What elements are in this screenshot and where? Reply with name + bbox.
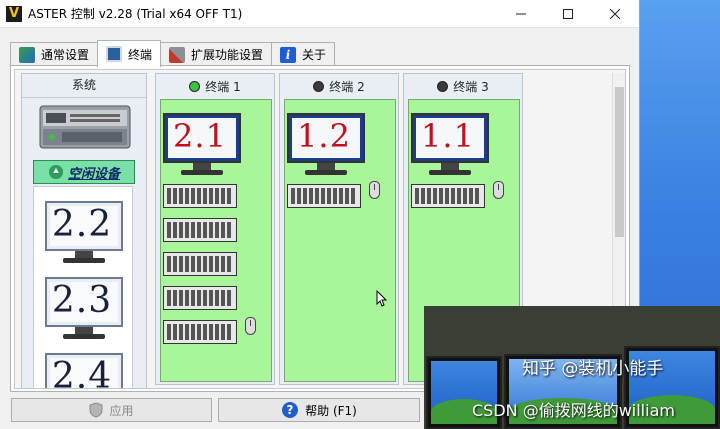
terminal-device-area[interactable]: 1.2 <box>284 99 396 382</box>
server-icon[interactable] <box>38 104 132 150</box>
tab-label: 关于 <box>302 48 327 62</box>
mouse-cursor-icon <box>376 290 388 307</box>
window-title: ASTER 控制 v2.28 (Trial x64 OFF T1) <box>28 7 243 21</box>
screen: V ASTER 控制 v2.28 (Trial x64 OFF T1) 通常设置… <box>0 0 720 429</box>
mouse-icon[interactable] <box>369 181 380 199</box>
monitor-icon[interactable]: 1.1 <box>411 113 489 177</box>
keyboard-icon[interactable] <box>163 218 237 242</box>
keyboard-icon[interactable] <box>163 252 237 276</box>
monitor-icon[interactable]: 2.2 <box>45 201 123 265</box>
monitor-label: 2.4 <box>51 355 113 389</box>
keyboard-icon[interactable] <box>287 184 361 208</box>
status-indicator <box>313 80 325 92</box>
tab-label: 扩展功能设置 <box>191 48 264 62</box>
system-column: 系统 空闲设备 2.2 2.3 2.4 <box>21 73 147 389</box>
terminal-name: 终端 1 <box>205 79 241 94</box>
terminal-header: 终端 2 <box>280 74 398 98</box>
monitor-label: 2.2 <box>51 203 113 245</box>
monitor-base <box>63 334 105 339</box>
help-button[interactable]: ? 帮助 (F1) <box>218 398 420 422</box>
svg-text:?: ? <box>287 403 294 417</box>
status-indicator <box>437 80 449 92</box>
close-button[interactable] <box>592 0 638 28</box>
apply-button[interactable]: 应用 <box>11 398 212 422</box>
tab-terminal[interactable]: 终端 <box>97 40 162 67</box>
recycle-icon <box>48 165 63 179</box>
terminal-name: 终端 3 <box>453 79 489 94</box>
monitor-base <box>63 258 105 263</box>
maximize-button[interactable] <box>545 0 591 28</box>
monitor-icon[interactable]: 2.4 <box>45 353 123 389</box>
video-overlay: 知乎 @装机小能手 CSDN @偷拨网线的william <box>424 306 720 429</box>
info-icon: i <box>280 46 297 63</box>
monitor-icon[interactable]: 2.1 <box>163 113 241 177</box>
tab-about[interactable]: i 关于 <box>271 42 336 66</box>
status-indicator <box>189 80 201 92</box>
idle-devices-tag[interactable]: 空闲设备 <box>33 160 135 184</box>
tools-icon <box>169 46 186 63</box>
keyboard-icon[interactable] <box>163 320 237 344</box>
monitor-base <box>181 170 223 175</box>
terminal-name: 终端 2 <box>329 79 365 94</box>
watermark-main: 知乎 @装机小能手 <box>522 359 664 379</box>
minimize-button[interactable] <box>498 0 544 28</box>
settings-icon <box>19 46 35 63</box>
monitor-label: 1.1 <box>421 117 475 155</box>
monitor-base <box>429 170 471 175</box>
mouse-icon[interactable] <box>245 317 256 335</box>
close-icon <box>610 9 620 19</box>
terminal-1-column: 终端 1 2.1 <box>155 73 275 385</box>
apply-label: 应用 <box>109 403 134 418</box>
monitor-label: 2.1 <box>173 117 227 155</box>
terminal-header: 终端 1 <box>156 74 274 98</box>
mouse-icon[interactable] <box>493 181 504 199</box>
monitor-label: 1.2 <box>297 117 351 155</box>
monitor-label: 2.3 <box>51 279 113 321</box>
terminal-2-column: 终端 2 1.2 <box>279 73 399 385</box>
shield-icon <box>89 402 103 418</box>
help-icon: ? <box>282 402 299 418</box>
tab-label: 终端 <box>128 47 153 62</box>
help-label: 帮助 (F1) <box>305 403 357 418</box>
terminal-header: 终端 3 <box>404 74 522 98</box>
app-logo-icon: V <box>6 5 22 22</box>
idle-devices-label: 空闲设备 <box>67 166 120 182</box>
tab-bar: 通常设置 终端 扩展功能设置 i 关于 <box>10 40 336 67</box>
tab-extended-settings[interactable]: 扩展功能设置 <box>160 42 273 66</box>
keyboard-icon[interactable] <box>411 184 485 208</box>
scrollbar-thumb[interactable] <box>615 87 624 237</box>
monitor-icon[interactable]: 1.2 <box>287 113 365 177</box>
tab-label: 通常设置 <box>41 48 90 62</box>
monitor-icon[interactable]: 2.3 <box>45 277 123 341</box>
system-header: 系统 <box>22 74 146 98</box>
maximize-icon <box>563 9 573 19</box>
terminal-icon <box>106 46 123 62</box>
monitor-base <box>305 170 347 175</box>
watermark-sub: CSDN @偷拨网线的william <box>472 401 675 420</box>
tab-general-settings[interactable]: 通常设置 <box>10 42 99 66</box>
title-bar[interactable]: V ASTER 控制 v2.28 (Trial x64 OFF T1) <box>0 0 639 28</box>
minimize-icon <box>516 13 526 15</box>
terminal-device-area[interactable]: 2.1 <box>160 99 272 382</box>
keyboard-icon[interactable] <box>163 286 237 310</box>
keyboard-icon[interactable] <box>163 184 237 208</box>
idle-device-list: 2.2 2.3 2.4 <box>33 186 133 389</box>
